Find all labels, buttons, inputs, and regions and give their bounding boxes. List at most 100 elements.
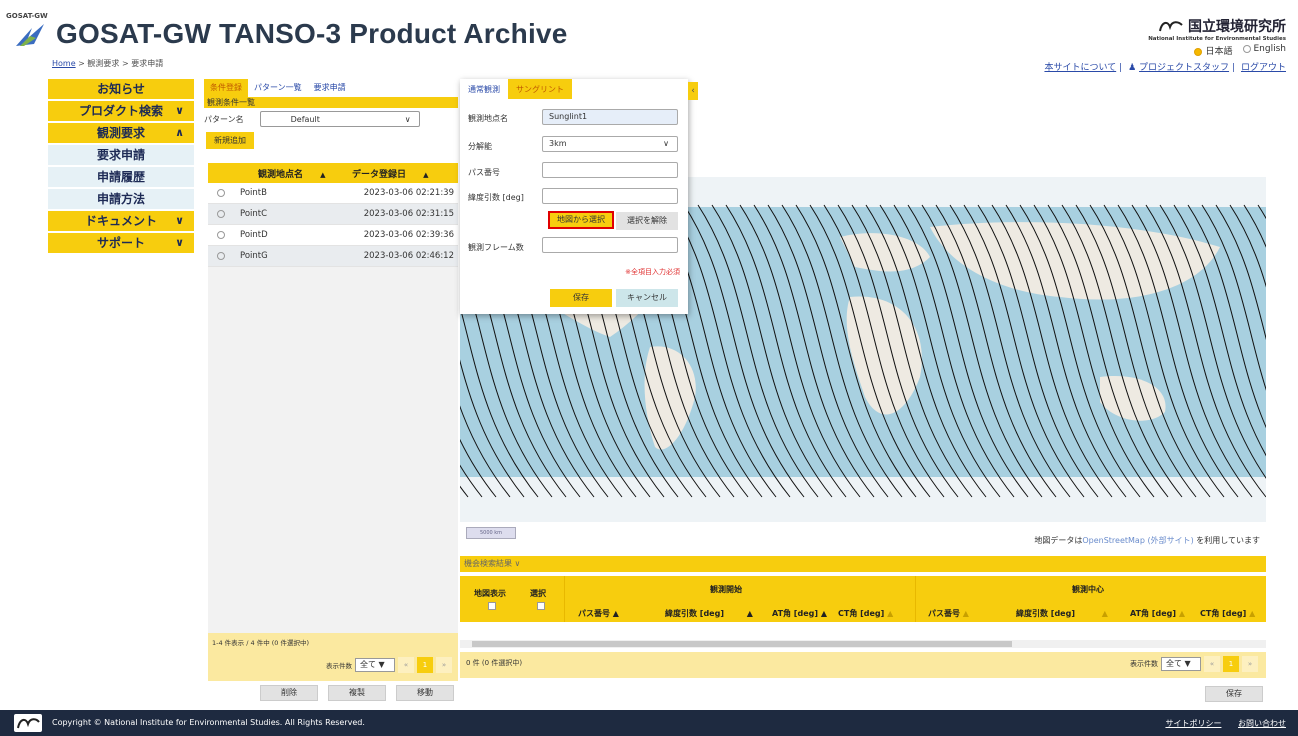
- project-staff-link[interactable]: プロジェクトスタッフ: [1139, 63, 1229, 73]
- lang-en-option[interactable]: English: [1242, 44, 1286, 57]
- nies-footer-logo-icon: [14, 714, 42, 732]
- group-observation-start: 観測開始: [710, 585, 742, 594]
- per-page-label: 表示件数: [326, 662, 352, 670]
- scrollbar-thumb[interactable]: [472, 641, 1012, 647]
- breadcrumb: Home > 観測要求 > 要求申請: [52, 58, 163, 69]
- col-latitude-arg-center[interactable]: 緯度引数 [deg] ▲: [1016, 608, 1108, 619]
- brand-small: GOSAT-GW: [6, 12, 48, 20]
- col-header-date[interactable]: データ登録日 ▲: [344, 167, 458, 180]
- resolution-select[interactable]: 3km ∨: [542, 136, 678, 152]
- sidebar-sub-request-history[interactable]: 申請履歴: [48, 167, 194, 187]
- collapse-panel-icon[interactable]: ‹: [688, 82, 698, 100]
- sort-up-icon: ▲: [962, 609, 969, 618]
- sidebar-item-product-search[interactable]: プロダクト検索 ∨: [48, 101, 194, 121]
- select-from-map-button[interactable]: 地図から選択: [548, 211, 614, 229]
- col-header-point-name[interactable]: 観測地点名 ▲: [236, 167, 344, 180]
- radio-unselected-icon: [1242, 44, 1251, 53]
- first-page-icon[interactable]: «: [1204, 656, 1220, 672]
- pattern-select-value: Default: [290, 114, 320, 124]
- sort-up-icon: ▲: [423, 170, 429, 179]
- sidebar-item-documents[interactable]: ドキュメント ∨: [48, 211, 194, 231]
- row-radio[interactable]: [216, 230, 225, 239]
- path-number-input[interactable]: [542, 162, 678, 178]
- pattern-select[interactable]: Default ∨: [259, 111, 420, 127]
- table-row[interactable]: PointD 2023-03-06 02:39:36: [208, 225, 458, 246]
- table-footer: 1-4 件表示 / 4 件中 (0 件選択中) 表示件数 全て ▼ « 1 »: [208, 633, 458, 681]
- row-radio[interactable]: [216, 209, 225, 218]
- table-row[interactable]: PointC 2023-03-06 02:31:15: [208, 204, 458, 225]
- map-display-checkbox[interactable]: [488, 602, 496, 610]
- point-name-input[interactable]: Sunglint1: [542, 109, 678, 125]
- breadcrumb-rest: > 観測要求 > 要求申請: [75, 59, 164, 68]
- sort-up-icon: ▲: [612, 609, 619, 618]
- frame-count-input[interactable]: [542, 237, 678, 253]
- cancel-button[interactable]: キャンセル: [616, 289, 678, 307]
- footer: Copyright © National Institute for Envir…: [0, 710, 1298, 736]
- chevron-down-icon: ∨: [175, 104, 184, 117]
- sort-up-icon: ▲: [1178, 609, 1185, 618]
- page-button-current[interactable]: 1: [1223, 656, 1239, 672]
- sort-up-icon: ▲: [746, 609, 753, 618]
- field-label-point-name: 観測地点名: [468, 114, 508, 123]
- tab-sunglint[interactable]: サングリント: [508, 79, 572, 99]
- breadcrumb-home-link[interactable]: Home: [52, 59, 76, 68]
- save-button[interactable]: 保存: [550, 289, 612, 307]
- select-all-checkbox[interactable]: [537, 602, 545, 610]
- results-save-button[interactable]: 保存: [1205, 686, 1263, 702]
- page-button-current[interactable]: 1: [417, 657, 433, 673]
- clear-selection-button[interactable]: 選択を解除: [616, 212, 678, 230]
- nies-logo: 国立環境研究所 National Institute for Environme…: [1148, 16, 1286, 57]
- sidebar-item-support[interactable]: サポート ∨: [48, 233, 194, 253]
- table-row[interactable]: PointG 2023-03-06 02:46:12: [208, 246, 458, 267]
- last-page-icon[interactable]: »: [1242, 656, 1258, 672]
- col-latitude-arg[interactable]: 緯度引数 [deg] ▲: [665, 608, 753, 619]
- chevron-down-icon: ∨: [663, 139, 669, 148]
- move-button[interactable]: 移動: [396, 685, 454, 701]
- tab-condition-register[interactable]: 条件登録: [204, 79, 248, 97]
- latitude-arg-input[interactable]: [542, 188, 678, 204]
- sort-up-icon: ▲: [1101, 609, 1108, 618]
- results-count: 0 件 (0 件選択中): [466, 659, 523, 667]
- per-page-select[interactable]: 全て ▼: [355, 658, 395, 672]
- add-new-button[interactable]: 新規追加: [206, 132, 254, 149]
- horizontal-scrollbar[interactable]: [460, 640, 1266, 648]
- row-radio[interactable]: [216, 188, 225, 197]
- duplicate-button[interactable]: 複製: [328, 685, 386, 701]
- table-row[interactable]: PointB 2023-03-06 02:21:39: [208, 183, 458, 204]
- tab-pattern-list[interactable]: パターン一覧: [248, 79, 308, 97]
- per-page-select[interactable]: 全て ▼: [1161, 657, 1201, 671]
- sort-up-icon: ▲: [1249, 609, 1256, 618]
- per-page-label: 表示件数: [1130, 660, 1158, 668]
- first-page-icon[interactable]: «: [398, 657, 414, 673]
- language-switch: 日本語 English: [1148, 44, 1286, 57]
- col-path-number-center[interactable]: パス番号 ▲: [928, 608, 969, 619]
- contact-link[interactable]: お問い合わせ: [1238, 719, 1286, 728]
- copyright: Copyright © National Institute for Envir…: [52, 718, 365, 727]
- about-site-link[interactable]: 本サイトについて: [1044, 63, 1116, 73]
- sidebar-item-observation-request[interactable]: 観測要求 ∧: [48, 123, 194, 143]
- osm-link[interactable]: OpenStreetMap (外部サイト): [1082, 536, 1193, 545]
- nies-mark-icon: [1159, 21, 1183, 32]
- col-ct-angle-center[interactable]: CT角 [deg] ▲: [1200, 608, 1255, 619]
- lang-ja-option[interactable]: 日本語: [1194, 44, 1233, 57]
- col-map-display: 地図表示: [474, 589, 506, 598]
- col-path-number[interactable]: パス番号 ▲: [578, 608, 619, 619]
- sidebar-sub-how-to-apply[interactable]: 申請方法: [48, 189, 194, 209]
- last-page-icon[interactable]: »: [436, 657, 452, 673]
- site-policy-link[interactable]: サイトポリシー: [1165, 719, 1221, 728]
- results-bar[interactable]: 機会検索結果 ∨: [460, 556, 1266, 572]
- delete-button[interactable]: 削除: [260, 685, 318, 701]
- nies-name-jp: 国立環境研究所: [1188, 19, 1286, 35]
- table-header: 観測地点名 ▲ データ登録日 ▲: [208, 163, 458, 183]
- row-radio[interactable]: [216, 251, 225, 260]
- col-at-angle[interactable]: AT角 [deg] ▲: [772, 608, 827, 619]
- tab-normal-observation[interactable]: 通常観測: [460, 79, 508, 99]
- sidebar-item-news[interactable]: お知らせ: [48, 79, 194, 99]
- col-ct-angle[interactable]: CT角 [deg] ▲: [838, 608, 893, 619]
- results-table: 地図表示 選択 観測開始 観測中心 パス番号 ▲ 緯度引数 [deg] ▲ AT…: [460, 576, 1266, 622]
- results-footer: 0 件 (0 件選択中) 表示件数 全て ▼ « 1 »: [460, 652, 1266, 678]
- tab-request-apply[interactable]: 要求申請: [308, 79, 352, 97]
- logout-link[interactable]: ログアウト: [1241, 63, 1286, 73]
- sidebar-sub-request-apply[interactable]: 要求申請: [48, 145, 194, 165]
- col-at-angle-center[interactable]: AT角 [deg] ▲: [1130, 608, 1185, 619]
